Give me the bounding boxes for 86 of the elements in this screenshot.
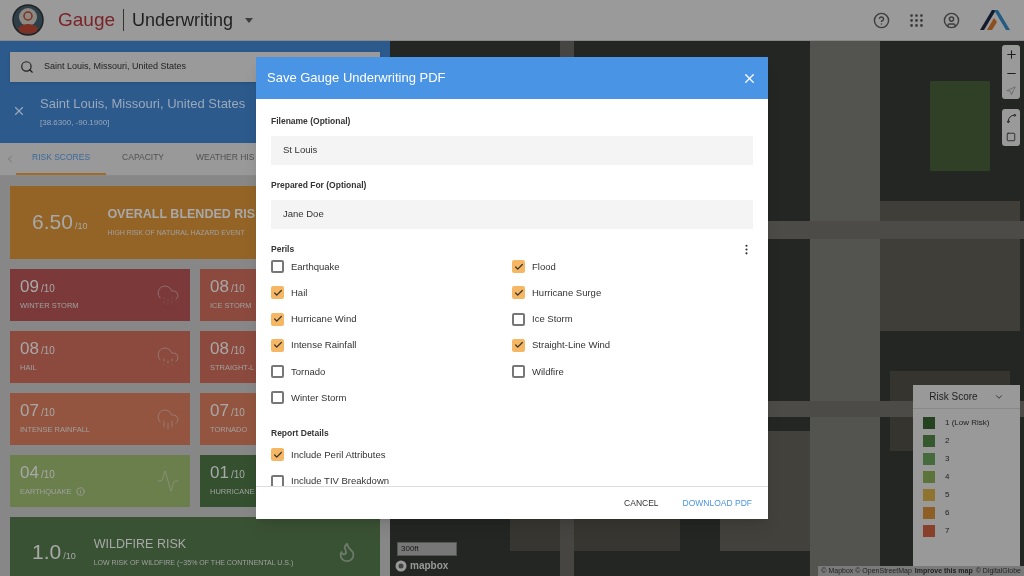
checkbox[interactable]	[271, 448, 284, 462]
checkbox[interactable]	[271, 260, 284, 274]
risk-score: 01	[210, 463, 229, 481]
risk-score: 08	[20, 339, 39, 357]
legend-label: 1 (Low Risk)	[945, 417, 990, 429]
checkbox-label: Hurricane Wind	[291, 312, 357, 326]
location-title: Saint Louis, Missouri, United States	[40, 95, 246, 113]
legend-title: Risk Score	[929, 390, 978, 404]
legend-label: 7	[945, 525, 950, 537]
checkbox-label: Earthquake	[291, 259, 340, 274]
zoom-in-icon[interactable]	[1004, 48, 1018, 61]
overall-risk-title: OVERALL BLENDED RIS	[107, 206, 256, 224]
tab[interactable]: WEATHER HIS	[180, 142, 271, 175]
legend-label: 5	[945, 489, 950, 501]
checkbox[interactable]	[271, 365, 284, 379]
cancel-button[interactable]: CANCEL	[616, 491, 667, 515]
account-icon[interactable]	[943, 11, 960, 29]
risk-score: 07	[210, 401, 229, 419]
checkbox[interactable]	[271, 391, 284, 405]
score-scale: /10	[40, 405, 55, 420]
overall-score: 6.50	[32, 209, 73, 236]
field-label: Prepared For (Optional)	[271, 178, 368, 192]
score-scale: /10	[230, 405, 245, 420]
checkbox[interactable]	[271, 286, 284, 300]
score-scale: /10	[230, 281, 245, 296]
checkbox-label: Winter Storm	[291, 390, 347, 405]
mapbox-logo-icon	[395, 559, 407, 572]
checkbox[interactable]	[512, 338, 525, 352]
legend-label: 2	[945, 435, 950, 447]
checkbox-label: Include Peril Attributes	[291, 447, 386, 462]
help-icon[interactable]	[873, 11, 890, 29]
wildfire-score: 1.0	[32, 538, 62, 565]
wildfire-title: WILDFIRE RISK	[93, 535, 188, 553]
checkbox-label: Include TIV Breakdown	[291, 474, 390, 486]
brand-name: Gauge	[58, 7, 116, 32]
checkbox-label: Intense Rainfall	[291, 338, 357, 353]
mapbox-logo: mapbox	[410, 559, 449, 573]
legend-label: 6	[945, 507, 950, 519]
checkbox-label: Hurricane Surge	[532, 285, 602, 300]
checkbox[interactable]	[512, 312, 525, 326]
risk-score: 07	[20, 401, 39, 419]
checkbox[interactable]	[512, 286, 525, 300]
checkbox[interactable]	[271, 338, 284, 352]
rain-cloud-icon	[156, 406, 180, 431]
field-label: Filename (Optional)	[271, 115, 352, 128]
score-scale: /10	[40, 467, 55, 482]
risk-score: 04	[20, 463, 39, 481]
legend-label: 3	[945, 453, 950, 465]
dropdown-caret-icon[interactable]	[245, 17, 254, 23]
checkbox[interactable]	[512, 260, 525, 274]
risk-score: 08	[210, 339, 229, 357]
download-pdf-button[interactable]: DOWNLOAD PDF	[674, 491, 760, 515]
checkbox-label: Wildfire	[532, 364, 564, 379]
rectangle-tool-icon[interactable]	[1006, 132, 1016, 142]
checkbox[interactable]	[512, 365, 525, 379]
score-scale: /10	[40, 343, 55, 358]
search-icon	[20, 60, 34, 74]
checkbox-label: Tornado	[291, 364, 326, 379]
checkbox-label: Straight-Line Wind	[532, 338, 611, 353]
section-title: Report Details	[271, 427, 330, 440]
scale-bar: 300ft	[397, 542, 457, 556]
product-name: Underwriting	[132, 8, 234, 32]
checkbox-label: Hail	[291, 285, 308, 300]
tab[interactable]: CAPACITY	[106, 142, 180, 175]
section-title: Perils	[271, 242, 295, 256]
legend-label: 4	[945, 471, 950, 483]
score-scale: /10	[230, 467, 245, 482]
seismograph-icon	[156, 468, 180, 493]
logo-icon	[12, 4, 44, 36]
score-scale: /10	[74, 220, 88, 234]
line-tool-icon[interactable]	[1005, 113, 1017, 124]
text-field[interactable]: Jane Doe	[271, 199, 753, 229]
checkbox-label: Flood	[532, 259, 556, 274]
checkbox-label: Ice Storm	[532, 312, 573, 326]
tab[interactable]: RISK SCORES	[16, 142, 107, 175]
location-coordinates: [38.6300, -90.1900]	[40, 116, 111, 129]
score-scale: /10	[40, 281, 55, 296]
score-scale: /10	[230, 343, 245, 358]
risk-score: 09	[20, 277, 39, 295]
risk-score: 08	[210, 277, 229, 295]
score-scale: /10	[63, 549, 76, 563]
checkbox[interactable]	[271, 474, 284, 486]
company-logo-icon	[978, 8, 1012, 32]
text-field[interactable]: St Louis	[271, 135, 753, 165]
apps-grid-icon[interactable]	[908, 11, 925, 29]
checkbox[interactable]	[271, 312, 284, 326]
